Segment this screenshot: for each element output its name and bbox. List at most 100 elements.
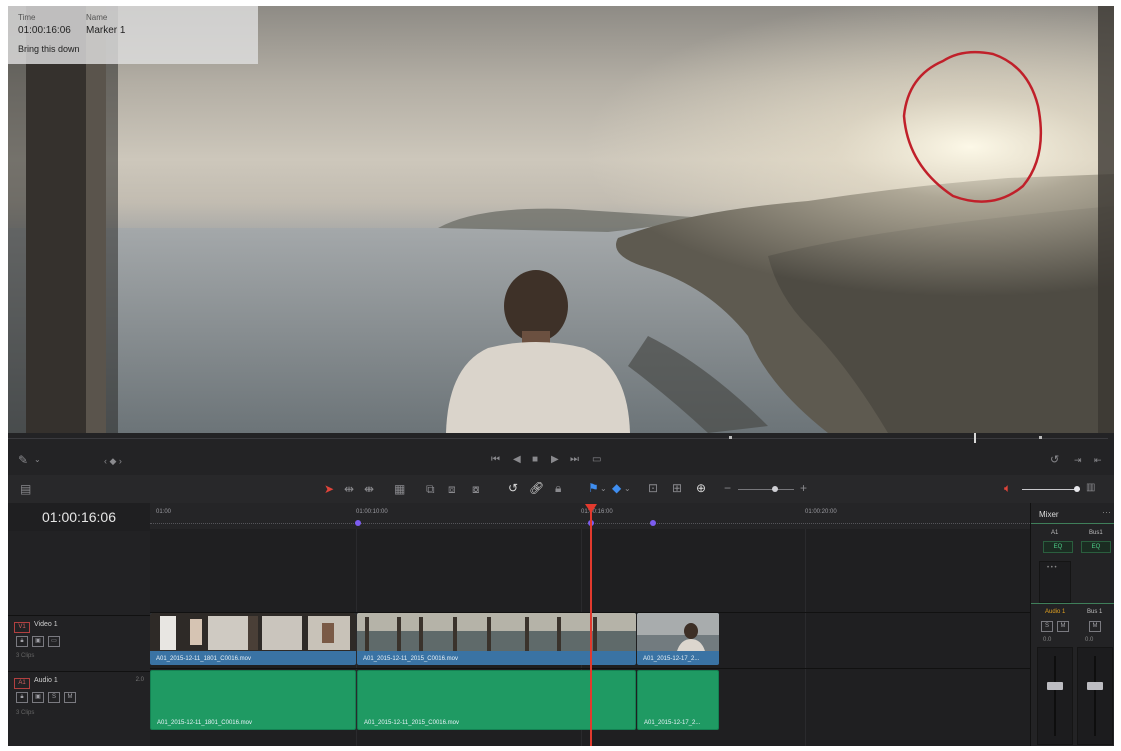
track-audio-level: 2.0 bbox=[135, 677, 144, 683]
timeline-timecode[interactable]: 01:00:16:06 bbox=[8, 503, 150, 531]
zoom-slider-handle[interactable] bbox=[772, 486, 778, 492]
zoom-out-icon[interactable]: − bbox=[724, 481, 731, 495]
timeline-marker[interactable] bbox=[355, 520, 361, 526]
play-icon[interactable]: ▶ bbox=[551, 453, 559, 467]
transport-bar: ✎ ⌄ ‹ ◆ › ⏮ ◀ ■ ▶ ⏭ ▭ ↺ ⇥ ⇤ bbox=[8, 445, 1114, 476]
mixer-title: Mixer bbox=[1039, 510, 1059, 519]
mark-in-icon[interactable]: ⇥ bbox=[1074, 453, 1082, 467]
zoom-detail-icon[interactable]: ⊞ bbox=[672, 481, 682, 495]
go-to-start-icon[interactable]: ⏮ bbox=[491, 453, 500, 467]
clip-name: A01_2015-12-11_1801_C0016.mov bbox=[157, 720, 252, 726]
mixer-header-divider bbox=[1031, 523, 1114, 524]
audio-clip[interactable]: A01_2015-12-11_2015_C0016.mov bbox=[357, 670, 636, 730]
speaker-icon[interactable]: 🔈︎ bbox=[1004, 481, 1011, 495]
scrub-marker bbox=[729, 436, 732, 439]
replace-clip-icon[interactable]: ⧇ bbox=[472, 482, 480, 496]
lock-track-icon[interactable]: 🔒︎ bbox=[16, 692, 28, 703]
clip-name: A01_2015-12-17_2... bbox=[644, 720, 701, 726]
playhead-line[interactable] bbox=[590, 506, 592, 746]
audio-clip[interactable]: A01_2015-12-17_2... bbox=[637, 670, 719, 730]
ruler-tick-label: 01:00:10:00 bbox=[356, 509, 388, 515]
mixer-strip-label: Bus 1 bbox=[1087, 609, 1103, 615]
video-clip[interactable]: A01_2015-12-17_2... bbox=[637, 613, 719, 665]
lock-icon[interactable]: 🔒︎ bbox=[555, 481, 561, 495]
snapping-icon[interactable]: ↺ bbox=[508, 481, 518, 495]
clip-name: A01_2015-12-11_1801_C0016.mov bbox=[156, 656, 251, 662]
auto-select-icon[interactable]: ▣ bbox=[32, 692, 44, 703]
solo-icon[interactable]: S bbox=[48, 692, 60, 703]
marker-time-label: Time bbox=[18, 13, 36, 22]
chevron-down-icon[interactable]: ⌄ bbox=[34, 453, 41, 467]
mixer-panel: Mixer ··· A1 Bus1 EQ EQ • • • Audio 1 Bu… bbox=[1030, 503, 1114, 746]
mixer-db-readout: 0.0 bbox=[1085, 637, 1094, 643]
clip-thumbnails bbox=[637, 613, 719, 651]
mixer-db-readout: 0.0 bbox=[1043, 637, 1052, 643]
timeline-view-icon[interactable]: ▤ bbox=[20, 482, 31, 496]
track-badge-video[interactable]: V1 bbox=[14, 622, 30, 633]
marker-name-label: Name bbox=[86, 13, 108, 22]
marker-note: Bring this down bbox=[18, 44, 80, 54]
stop-icon[interactable]: ■ bbox=[532, 453, 538, 467]
loop-icon[interactable]: ▭ bbox=[592, 453, 601, 467]
video-clip[interactable]: A01_2015-12-11_1801_C0016.mov bbox=[150, 613, 356, 665]
pan-dots-icon: • • • bbox=[1047, 565, 1057, 571]
track-badge-audio[interactable]: A1 bbox=[14, 678, 30, 689]
lock-track-icon[interactable]: 🔒︎ bbox=[16, 636, 28, 647]
marker-icon[interactable]: ◆ bbox=[612, 481, 621, 495]
volume-slider-track[interactable] bbox=[1022, 489, 1080, 490]
marker-dropdown-icon[interactable]: ⌄ bbox=[624, 482, 631, 496]
viewer-scrub-bar[interactable] bbox=[8, 433, 1114, 445]
zoom-in-icon[interactable]: + bbox=[800, 481, 807, 495]
mixer-strip-label: Audio 1 bbox=[1045, 609, 1066, 615]
audio-clip[interactable]: A01_2015-12-11_1801_C0016.mov bbox=[150, 670, 356, 730]
track-header-audio[interactable]: A1 Audio 1 2.0 🔒︎ ▣ S M 3 Clips bbox=[8, 671, 150, 736]
video-clip[interactable]: A01_2015-12-11_2015_C0016.mov bbox=[357, 613, 636, 665]
mixer-divider bbox=[1031, 603, 1114, 604]
scrub-playhead[interactable] bbox=[974, 433, 976, 443]
zoom-full-icon[interactable]: ⊡ bbox=[648, 481, 658, 495]
track-name-audio[interactable]: Audio 1 bbox=[34, 677, 58, 684]
fader-handle[interactable] bbox=[1087, 682, 1103, 690]
play-reverse-icon[interactable]: ◀ bbox=[513, 453, 521, 467]
mixer-fader-strip bbox=[1077, 647, 1113, 745]
overwrite-clip-icon[interactable]: ⧈ bbox=[448, 482, 456, 496]
trim-tool-icon[interactable]: ⇹ bbox=[344, 482, 354, 496]
insert-clip-icon[interactable]: ⧉ bbox=[426, 482, 435, 496]
go-to-end-icon[interactable]: ⏭ bbox=[570, 453, 579, 467]
brush-icon[interactable]: ✎ bbox=[18, 453, 28, 467]
mixer-mute-icon[interactable]: M bbox=[1089, 621, 1101, 632]
mute-icon[interactable]: M bbox=[64, 692, 76, 703]
clip-name: A01_2015-12-11_2015_C0016.mov bbox=[363, 656, 458, 662]
clip-thumbnails bbox=[357, 613, 636, 651]
track-header-video[interactable]: V1 Video 1 🔒︎ ▣ ▭ 3 Clips bbox=[8, 615, 150, 670]
mixer-eq-button[interactable]: EQ bbox=[1081, 541, 1111, 553]
match-frame-icon[interactable]: ‹ ◆ › bbox=[104, 454, 122, 468]
scrub-marker bbox=[1039, 436, 1042, 439]
more-options-icon[interactable]: ··· bbox=[1102, 507, 1111, 517]
mixer-mute-icon[interactable]: M bbox=[1057, 621, 1069, 632]
selection-tool-icon[interactable]: ➤ bbox=[324, 482, 334, 496]
grid-line bbox=[805, 529, 806, 746]
marker-info-overlay: Time 01:00:16:06 Name Marker 1 Bring thi… bbox=[8, 6, 258, 64]
mixer-solo-icon[interactable]: S bbox=[1041, 621, 1053, 632]
mark-out-icon[interactable]: ⇤ bbox=[1094, 453, 1102, 467]
mixer-eq-button[interactable]: EQ bbox=[1043, 541, 1073, 553]
video-viewer[interactable]: Time 01:00:16:06 Name Marker 1 Bring thi… bbox=[8, 6, 1114, 433]
track-clip-count: 3 Clips bbox=[16, 653, 35, 659]
dynamic-trim-icon[interactable]: ▦ bbox=[394, 482, 405, 496]
flag-dropdown-icon[interactable]: ⌄ bbox=[600, 482, 607, 496]
fader-handle[interactable] bbox=[1047, 682, 1063, 690]
track-name-video[interactable]: Video 1 bbox=[34, 621, 58, 628]
volume-slider-handle[interactable] bbox=[1074, 486, 1080, 492]
audio-meter-icon[interactable]: ▥ bbox=[1086, 481, 1095, 495]
timeline-marker[interactable] bbox=[650, 520, 656, 526]
flag-icon[interactable]: ⚑ bbox=[588, 481, 599, 495]
zoom-custom-icon[interactable]: ⊕ bbox=[696, 481, 706, 495]
zoom-slider-track[interactable] bbox=[738, 489, 794, 490]
loop-playback-icon[interactable]: ↺ bbox=[1050, 453, 1059, 467]
disable-track-icon[interactable]: ▭ bbox=[48, 636, 60, 647]
link-icon[interactable]: 🔗︎ bbox=[529, 481, 544, 495]
blade-tool-icon[interactable]: ⇼ bbox=[364, 482, 374, 496]
auto-select-icon[interactable]: ▣ bbox=[32, 636, 44, 647]
clip-name: A01_2015-12-17_2... bbox=[643, 656, 700, 662]
